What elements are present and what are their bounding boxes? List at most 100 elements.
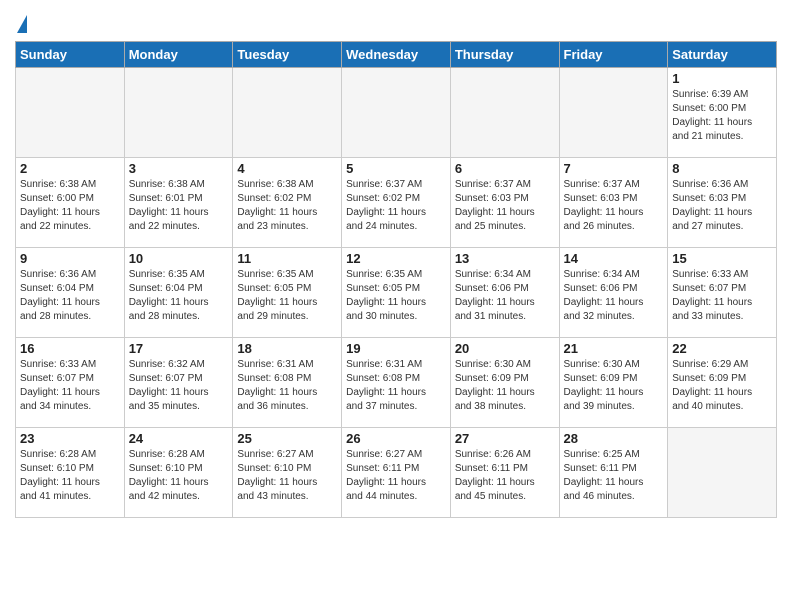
week-row-1: 2 Sunrise: 6:38 AM Sunset: 6:00 PM Daylig… xyxy=(16,158,777,248)
page: SundayMondayTuesdayWednesdayThursdayFrid… xyxy=(0,0,792,533)
day-info: Sunrise: 6:33 AM Sunset: 6:07 PM Dayligh… xyxy=(672,268,772,324)
day-cell: 2 Sunrise: 6:38 AM Sunset: 6:00 PM Daylig… xyxy=(16,158,125,248)
weekday-saturday: Saturday xyxy=(668,42,777,68)
day-cell xyxy=(233,68,342,158)
day-number: 3 xyxy=(129,161,229,176)
day-info: Sunrise: 6:38 AM Sunset: 6:00 PM Dayligh… xyxy=(20,178,120,234)
day-cell: 16 Sunrise: 6:33 AM Sunset: 6:07 PM Dayli… xyxy=(16,338,125,428)
day-info: Sunrise: 6:37 AM Sunset: 6:03 PM Dayligh… xyxy=(564,178,664,234)
day-cell: 3 Sunrise: 6:38 AM Sunset: 6:01 PM Daylig… xyxy=(124,158,233,248)
day-info: Sunrise: 6:32 AM Sunset: 6:07 PM Dayligh… xyxy=(129,358,229,414)
week-row-0: 1 Sunrise: 6:39 AM Sunset: 6:00 PM Daylig… xyxy=(16,68,777,158)
day-cell xyxy=(16,68,125,158)
weekday-monday: Monday xyxy=(124,42,233,68)
day-cell: 11 Sunrise: 6:35 AM Sunset: 6:05 PM Dayli… xyxy=(233,248,342,338)
day-info: Sunrise: 6:33 AM Sunset: 6:07 PM Dayligh… xyxy=(20,358,120,414)
day-info: Sunrise: 6:35 AM Sunset: 6:05 PM Dayligh… xyxy=(346,268,446,324)
day-cell: 5 Sunrise: 6:37 AM Sunset: 6:02 PM Daylig… xyxy=(342,158,451,248)
day-number: 15 xyxy=(672,251,772,266)
day-cell: 23 Sunrise: 6:28 AM Sunset: 6:10 PM Dayli… xyxy=(16,428,125,518)
weekday-tuesday: Tuesday xyxy=(233,42,342,68)
day-cell: 17 Sunrise: 6:32 AM Sunset: 6:07 PM Dayli… xyxy=(124,338,233,428)
day-cell: 9 Sunrise: 6:36 AM Sunset: 6:04 PM Daylig… xyxy=(16,248,125,338)
day-cell: 26 Sunrise: 6:27 AM Sunset: 6:11 PM Dayli… xyxy=(342,428,451,518)
day-cell xyxy=(668,428,777,518)
day-cell: 4 Sunrise: 6:38 AM Sunset: 6:02 PM Daylig… xyxy=(233,158,342,248)
day-info: Sunrise: 6:27 AM Sunset: 6:11 PM Dayligh… xyxy=(346,448,446,504)
day-info: Sunrise: 6:25 AM Sunset: 6:11 PM Dayligh… xyxy=(564,448,664,504)
day-info: Sunrise: 6:38 AM Sunset: 6:01 PM Dayligh… xyxy=(129,178,229,234)
day-number: 26 xyxy=(346,431,446,446)
day-cell: 1 Sunrise: 6:39 AM Sunset: 6:00 PM Daylig… xyxy=(668,68,777,158)
weekday-sunday: Sunday xyxy=(16,42,125,68)
day-info: Sunrise: 6:35 AM Sunset: 6:05 PM Dayligh… xyxy=(237,268,337,324)
day-cell: 27 Sunrise: 6:26 AM Sunset: 6:11 PM Dayli… xyxy=(450,428,559,518)
day-number: 18 xyxy=(237,341,337,356)
day-number: 12 xyxy=(346,251,446,266)
calendar: SundayMondayTuesdayWednesdayThursdayFrid… xyxy=(15,41,777,518)
weekday-wednesday: Wednesday xyxy=(342,42,451,68)
day-number: 11 xyxy=(237,251,337,266)
day-cell: 28Sunrise: 6:25 AM Sunset: 6:11 PM Dayli… xyxy=(559,428,668,518)
day-cell: 24Sunrise: 6:28 AM Sunset: 6:10 PM Dayli… xyxy=(124,428,233,518)
week-row-4: 23 Sunrise: 6:28 AM Sunset: 6:10 PM Dayli… xyxy=(16,428,777,518)
day-info: Sunrise: 6:30 AM Sunset: 6:09 PM Dayligh… xyxy=(564,358,664,414)
day-info: Sunrise: 6:28 AM Sunset: 6:10 PM Dayligh… xyxy=(20,448,120,504)
day-info: Sunrise: 6:31 AM Sunset: 6:08 PM Dayligh… xyxy=(237,358,337,414)
header xyxy=(15,10,777,33)
day-number: 7 xyxy=(564,161,664,176)
day-cell: 14 Sunrise: 6:34 AM Sunset: 6:06 PM Dayli… xyxy=(559,248,668,338)
day-info: Sunrise: 6:26 AM Sunset: 6:11 PM Dayligh… xyxy=(455,448,555,504)
day-cell: 12 Sunrise: 6:35 AM Sunset: 6:05 PM Dayli… xyxy=(342,248,451,338)
day-number: 21 xyxy=(564,341,664,356)
day-info: Sunrise: 6:37 AM Sunset: 6:02 PM Dayligh… xyxy=(346,178,446,234)
day-number: 8 xyxy=(672,161,772,176)
week-row-2: 9 Sunrise: 6:36 AM Sunset: 6:04 PM Daylig… xyxy=(16,248,777,338)
day-number: 2 xyxy=(20,161,120,176)
day-cell: 15 Sunrise: 6:33 AM Sunset: 6:07 PM Dayli… xyxy=(668,248,777,338)
day-cell xyxy=(450,68,559,158)
day-number: 20 xyxy=(455,341,555,356)
day-cell: 6 Sunrise: 6:37 AM Sunset: 6:03 PM Daylig… xyxy=(450,158,559,248)
day-info: Sunrise: 6:39 AM Sunset: 6:00 PM Dayligh… xyxy=(672,88,772,144)
day-info: Sunrise: 6:37 AM Sunset: 6:03 PM Dayligh… xyxy=(455,178,555,234)
weekday-thursday: Thursday xyxy=(450,42,559,68)
day-number: 6 xyxy=(455,161,555,176)
logo xyxy=(15,15,27,33)
day-number: 5 xyxy=(346,161,446,176)
day-cell xyxy=(559,68,668,158)
day-number: 13 xyxy=(455,251,555,266)
day-cell: 21 Sunrise: 6:30 AM Sunset: 6:09 PM Dayli… xyxy=(559,338,668,428)
day-info: Sunrise: 6:38 AM Sunset: 6:02 PM Dayligh… xyxy=(237,178,337,234)
day-info: Sunrise: 6:31 AM Sunset: 6:08 PM Dayligh… xyxy=(346,358,446,414)
logo-triangle-icon xyxy=(17,15,27,33)
day-info: Sunrise: 6:34 AM Sunset: 6:06 PM Dayligh… xyxy=(455,268,555,324)
day-number: 10 xyxy=(129,251,229,266)
day-number: 9 xyxy=(20,251,120,266)
day-number: 19 xyxy=(346,341,446,356)
day-cell xyxy=(342,68,451,158)
day-number: 17 xyxy=(129,341,229,356)
day-cell: 7 Sunrise: 6:37 AM Sunset: 6:03 PM Daylig… xyxy=(559,158,668,248)
day-number: 27 xyxy=(455,431,555,446)
day-cell: 8 Sunrise: 6:36 AM Sunset: 6:03 PM Daylig… xyxy=(668,158,777,248)
day-cell: 19 Sunrise: 6:31 AM Sunset: 6:08 PM Dayli… xyxy=(342,338,451,428)
day-info: Sunrise: 6:34 AM Sunset: 6:06 PM Dayligh… xyxy=(564,268,664,324)
day-number: 4 xyxy=(237,161,337,176)
day-cell: 20 Sunrise: 6:30 AM Sunset: 6:09 PM Dayli… xyxy=(450,338,559,428)
day-info: Sunrise: 6:36 AM Sunset: 6:04 PM Dayligh… xyxy=(20,268,120,324)
day-info: Sunrise: 6:30 AM Sunset: 6:09 PM Dayligh… xyxy=(455,358,555,414)
day-cell: 13 Sunrise: 6:34 AM Sunset: 6:06 PM Dayli… xyxy=(450,248,559,338)
day-info: Sunrise: 6:36 AM Sunset: 6:03 PM Dayligh… xyxy=(672,178,772,234)
day-cell: 22Sunrise: 6:29 AM Sunset: 6:09 PM Dayli… xyxy=(668,338,777,428)
day-number: 25 xyxy=(237,431,337,446)
day-cell: 25 Sunrise: 6:27 AM Sunset: 6:10 PM Dayli… xyxy=(233,428,342,518)
day-number: 16 xyxy=(20,341,120,356)
day-info: Sunrise: 6:35 AM Sunset: 6:04 PM Dayligh… xyxy=(129,268,229,324)
day-info: Sunrise: 6:27 AM Sunset: 6:10 PM Dayligh… xyxy=(237,448,337,504)
day-cell xyxy=(124,68,233,158)
day-number: 23 xyxy=(20,431,120,446)
day-number: 1 xyxy=(672,71,772,86)
weekday-header-row: SundayMondayTuesdayWednesdayThursdayFrid… xyxy=(16,42,777,68)
day-number: 14 xyxy=(564,251,664,266)
